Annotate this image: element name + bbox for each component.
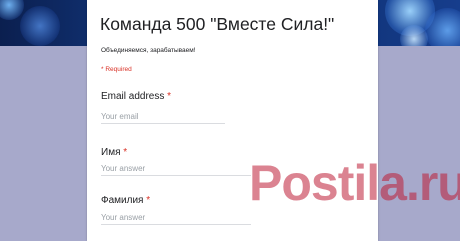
bokeh-light bbox=[20, 6, 60, 46]
last-name-field[interactable] bbox=[101, 211, 251, 225]
first-name-field[interactable] bbox=[101, 162, 251, 176]
postila-watermark: Postila.ru bbox=[249, 155, 460, 211]
form-title: Команда 500 "Вместе Сила!" bbox=[100, 14, 335, 34]
last-name-question-label: Фамилия * bbox=[101, 195, 150, 206]
first-name-label-text: Имя bbox=[101, 147, 121, 158]
form-description: Объединяемся, зарабатываем! bbox=[101, 47, 196, 54]
email-question-label: Email address * bbox=[101, 91, 171, 102]
email-field[interactable] bbox=[101, 110, 225, 124]
required-asterisk: * bbox=[123, 147, 128, 158]
last-name-label-text: Фамилия bbox=[101, 195, 144, 206]
email-label-text: Email address bbox=[101, 91, 165, 102]
required-asterisk: * bbox=[167, 91, 172, 102]
required-asterisk: * bbox=[146, 195, 151, 206]
bokeh-light bbox=[400, 25, 428, 46]
first-name-question-label: Имя * bbox=[101, 147, 127, 158]
required-note: * Required bbox=[101, 66, 132, 73]
bokeh-light bbox=[0, 0, 24, 20]
